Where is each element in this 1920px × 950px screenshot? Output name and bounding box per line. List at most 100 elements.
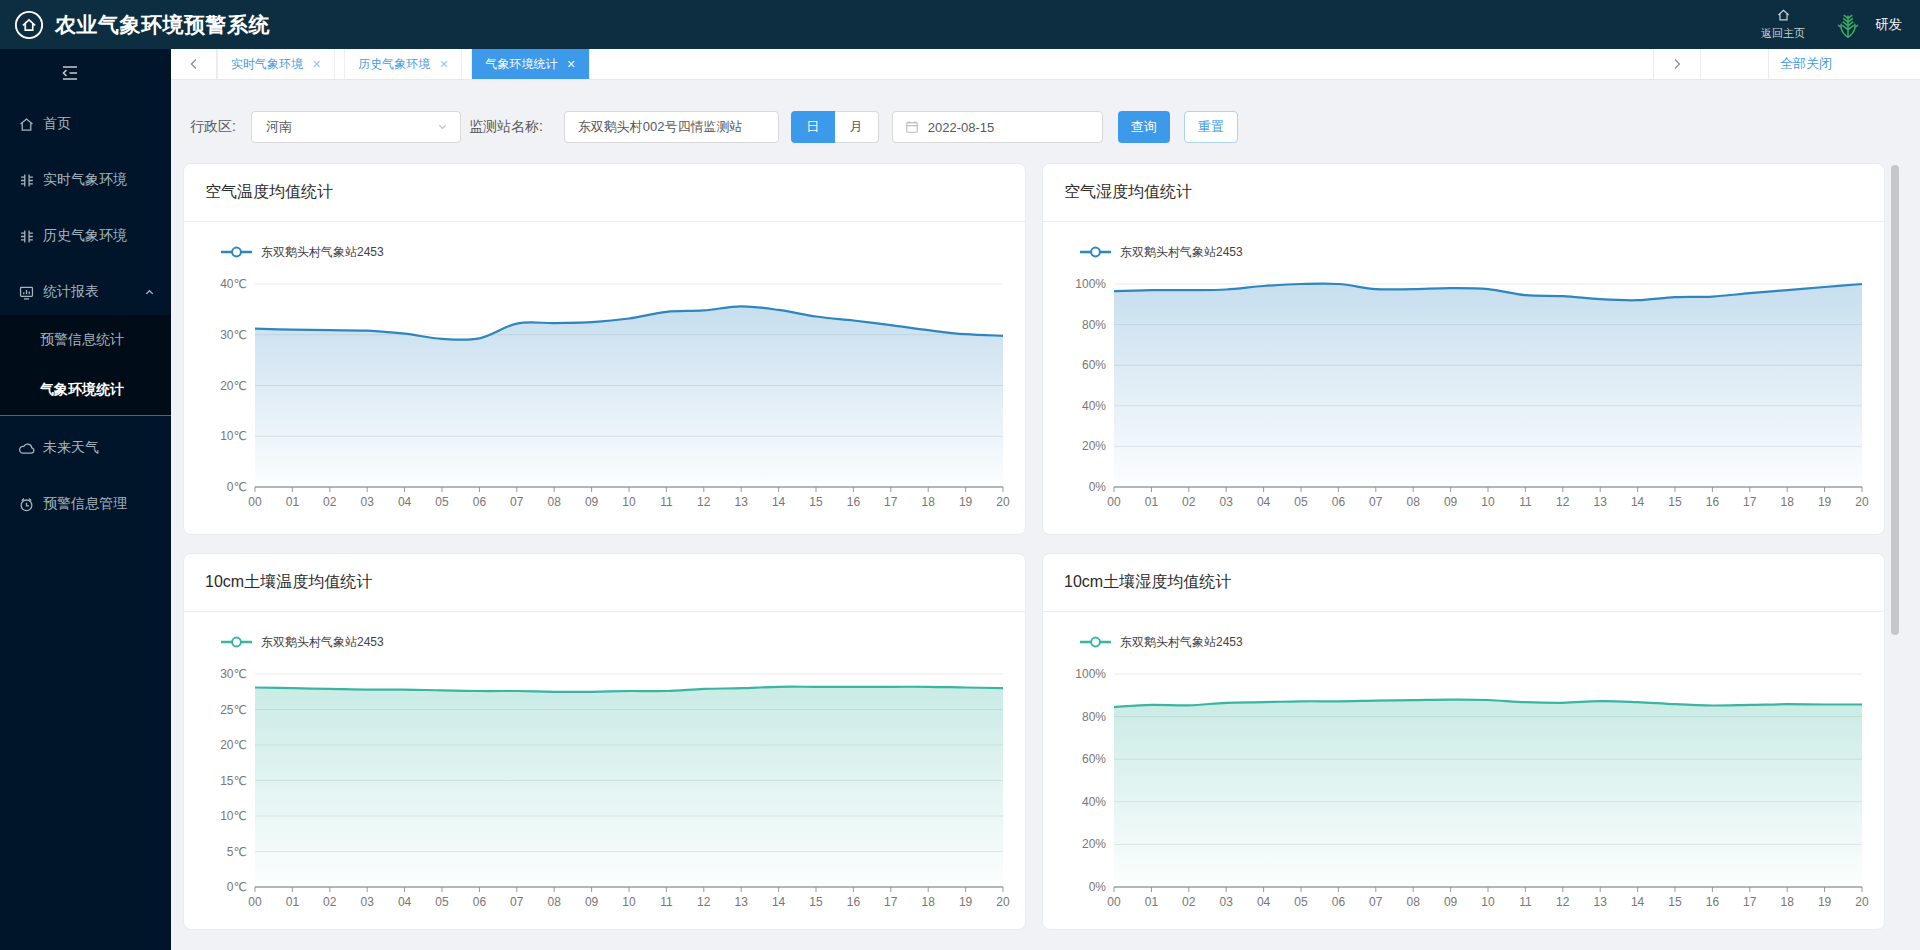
svg-text:07: 07 [510,895,524,909]
svg-text:16: 16 [1706,495,1720,509]
svg-text:15: 15 [1668,495,1682,509]
sidebar-item-weather-env-stat[interactable]: 气象环境统计 [0,365,171,415]
svg-text:05: 05 [1294,895,1308,909]
sidebar-item-history-weather[interactable]: 历史气象环境 [0,213,171,259]
chart-card-soil-temperature: 10cm土壤温度均值统计 东双鹅头村气象站2453 30℃25℃20℃15℃10… [183,553,1026,930]
month-toggle-button[interactable]: 月 [835,111,879,143]
svg-text:20℃: 20℃ [220,379,247,393]
svg-text:11: 11 [1519,895,1532,909]
tab-weather-env-stat[interactable]: 气象环境统计✕ [471,49,589,79]
chart-legend[interactable]: 东双鹅头村气象站2453 [221,242,1025,262]
svg-text:00: 00 [248,495,262,509]
svg-text:05: 05 [1294,495,1308,509]
date-picker[interactable]: 2022-08-15 [892,111,1103,143]
svg-text:30℃: 30℃ [220,667,247,681]
tab-realtime-weather[interactable]: 实时气象环境✕ [217,49,335,79]
close-icon[interactable]: ✕ [312,58,321,71]
report-submenu: 预警信息统计 气象环境统计 [0,315,171,416]
region-select[interactable]: 河南 [251,111,461,143]
svg-text:25℃: 25℃ [220,703,247,717]
chart-legend[interactable]: 东双鹅头村气象站2453 [1080,632,1884,652]
svg-text:05: 05 [435,895,449,909]
svg-text:02: 02 [323,495,337,509]
svg-text:20%: 20% [1082,439,1106,453]
svg-text:02: 02 [1182,495,1196,509]
sidebar-item-report[interactable]: 统计报表 [0,269,171,315]
region-label: 行政区: [190,118,236,136]
avatar[interactable] [1831,8,1865,42]
sidebar-item-warning-manage[interactable]: 预警信息管理 [0,481,171,527]
sidebar-item-future-weather[interactable]: 未来天气 [0,425,171,471]
svg-text:16: 16 [847,895,861,909]
svg-text:60%: 60% [1082,358,1106,372]
query-button[interactable]: 查询 [1118,111,1170,143]
sidebar-item-home[interactable]: 首页 [0,101,171,147]
svg-text:04: 04 [398,895,412,909]
station-input[interactable]: 东双鹅头村002号四情监测站 [564,111,779,143]
svg-text:18: 18 [1781,495,1795,509]
svg-text:11: 11 [660,895,673,909]
chart-title: 空气温度均值统计 [184,164,1025,222]
chart-legend[interactable]: 东双鹅头村气象站2453 [1080,242,1884,262]
chart-title: 10cm土壤湿度均值统计 [1043,554,1884,612]
svg-text:12: 12 [1556,495,1570,509]
svg-text:01: 01 [1145,895,1159,909]
svg-text:19: 19 [959,895,973,909]
tab-history-weather[interactable]: 历史气象环境✕ [344,49,462,79]
sidebar-item-realtime-weather[interactable]: 实时气象环境 [0,157,171,203]
chevron-up-icon [144,287,155,298]
tabs-scroll-left-button[interactable] [171,49,217,79]
chart-title: 空气湿度均值统计 [1043,164,1884,222]
back-home-button[interactable]: 返回主页 [1761,8,1805,41]
chart-card-soil-humidity: 10cm土壤湿度均值统计 东双鹅头村气象站2453 100%80%60%40%2… [1042,553,1885,930]
svg-text:07: 07 [510,495,524,509]
svg-text:18: 18 [922,895,936,909]
realtime-weather-icon [18,172,35,189]
reset-button[interactable]: 重置 [1184,111,1238,143]
svg-text:40%: 40% [1082,795,1106,809]
home-icon [1776,8,1791,22]
close-all-tabs-button[interactable]: 全部关闭 [1768,49,1920,79]
svg-text:01: 01 [286,895,300,909]
day-toggle-button[interactable]: 日 [791,111,835,143]
svg-text:06: 06 [1332,495,1346,509]
menu-collapse-button[interactable] [0,49,171,97]
svg-text:20℃: 20℃ [220,738,247,752]
close-icon[interactable]: ✕ [566,58,575,71]
sidebar-menu: 首页 实时气象环境 历史气象环境 统计报表 预警信息统计 气象环境统计 [0,97,171,537]
svg-text:60%: 60% [1082,752,1106,766]
station-label: 监测站名称: [469,118,543,136]
tabbar: 实时气象环境✕ 历史气象环境✕ 气象环境统计✕ 全部关闭 [171,49,1920,80]
user-name[interactable]: 研发 [1875,16,1902,34]
svg-text:0℃: 0℃ [227,480,247,494]
scrollbar-thumb[interactable] [1891,165,1899,635]
svg-text:01: 01 [1145,495,1159,509]
chart-legend[interactable]: 东双鹅头村气象站2453 [221,632,1025,652]
svg-text:0℃: 0℃ [227,880,247,894]
svg-text:09: 09 [585,495,599,509]
svg-text:18: 18 [1781,895,1795,909]
svg-text:17: 17 [1743,495,1757,509]
chevron-down-icon [437,119,448,135]
svg-text:20: 20 [1855,895,1869,909]
svg-text:14: 14 [772,895,786,909]
svg-text:02: 02 [323,895,337,909]
svg-text:00: 00 [1107,895,1121,909]
svg-text:14: 14 [1631,495,1645,509]
sidebar-item-warning-info-stat[interactable]: 预警信息统计 [0,315,171,365]
svg-text:03: 03 [1220,495,1234,509]
tabs-scroll-right-button[interactable] [1653,49,1701,79]
svg-text:02: 02 [1182,895,1196,909]
alarm-icon [18,496,35,513]
svg-text:20: 20 [996,495,1010,509]
svg-text:80%: 80% [1082,710,1106,724]
line-chart-soil-humidity: 100%80%60%40%20%0%0001020304050607080910… [1043,658,1884,918]
content-area: 行政区: 河南 监测站名称: 东双鹅头村002号四情监测站 日 月 [171,80,1920,950]
svg-text:09: 09 [1444,495,1458,509]
svg-text:11: 11 [660,495,673,509]
svg-text:16: 16 [847,495,861,509]
svg-text:19: 19 [959,495,973,509]
close-icon[interactable]: ✕ [439,58,448,71]
svg-text:15: 15 [809,495,823,509]
line-chart-air-temperature: 40℃30℃20℃10℃0℃00010203040506070809101112… [184,268,1025,518]
